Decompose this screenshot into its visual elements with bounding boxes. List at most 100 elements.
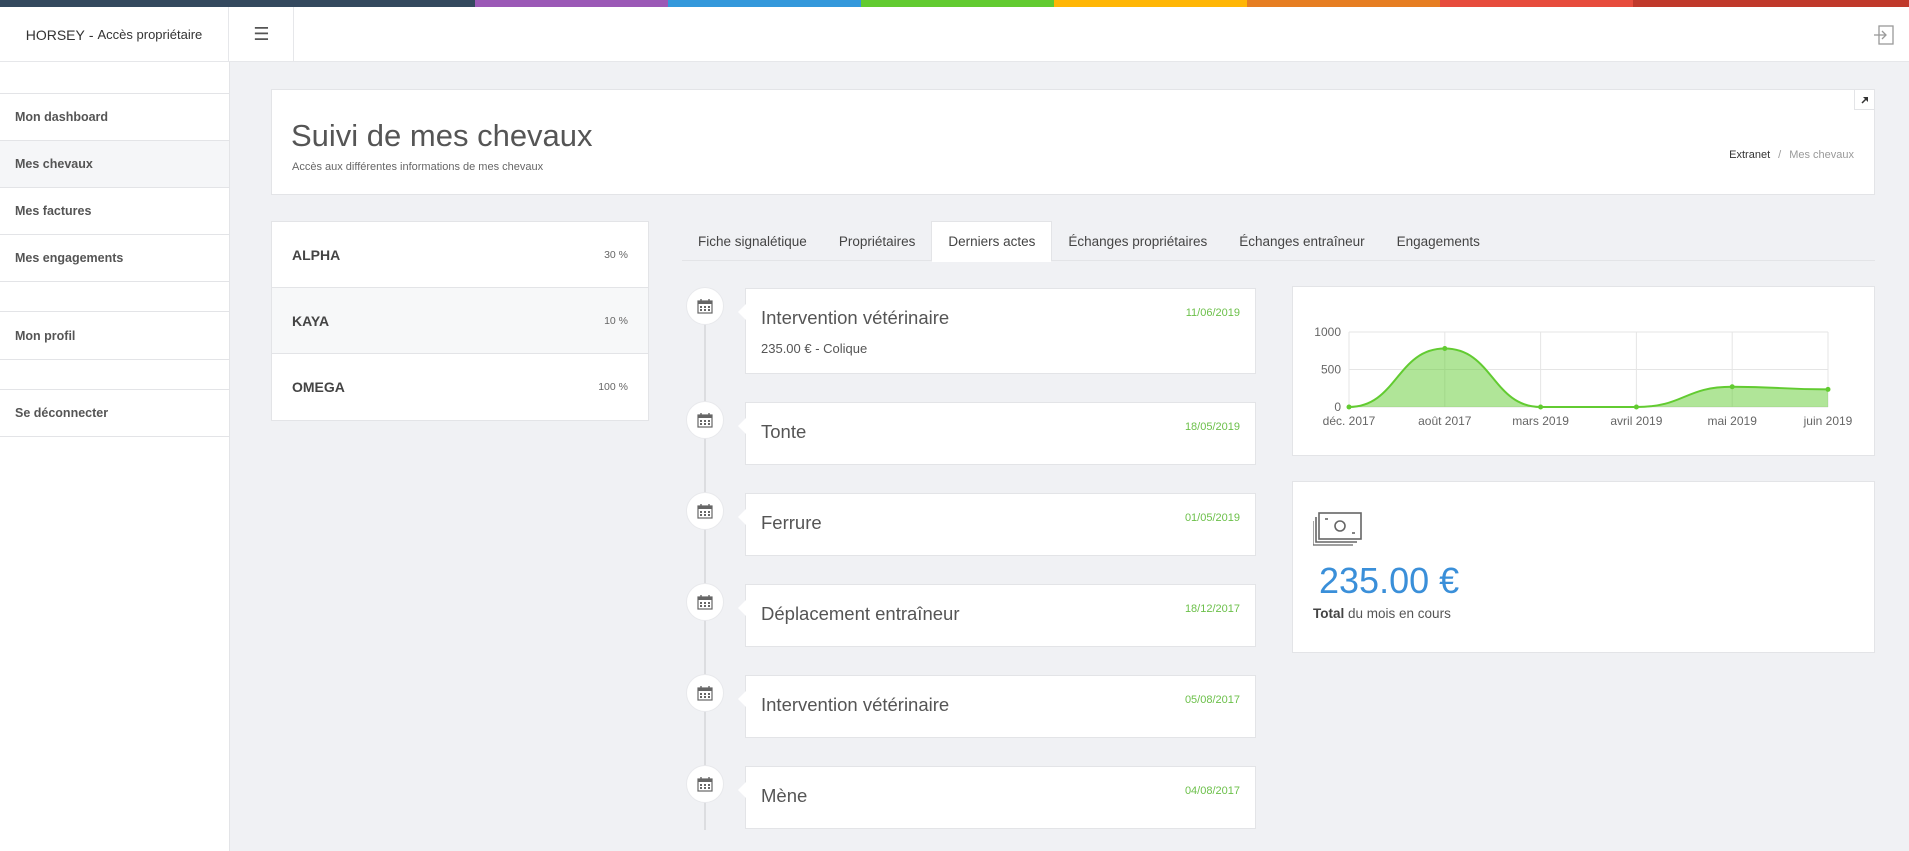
timeline-item[interactable]: Intervention vétérinaire 05/08/2017 [738,675,1256,738]
expenses-chart: 0 500 1000 déc. 2017 août 2017 mars 2019 avril… [1314,325,1853,428]
chart-xtick-label: juin 2019 [1803,414,1853,428]
chart-point[interactable] [1825,386,1831,392]
calendar-icon [686,492,724,530]
horse-item-omega[interactable]: OMEGA 100 % [272,354,648,420]
timeline-item-title: Tonte [761,421,807,442]
timeline-item-detail: 235.00 € - Colique [761,341,868,356]
timeline-item-title: Intervention vétérinaire [761,694,950,715]
chart-ytick-label: 0 [1334,400,1341,414]
timeline-item-date: 11/06/2019 [1185,307,1240,319]
timeline-item-title: Déplacement entraîneur [761,603,960,624]
chart-xtick-label: mars 2019 [1512,414,1569,428]
timeline-item-date: 05/08/2017 [1184,694,1240,706]
chart-xtick-label: août 2017 [1418,414,1472,428]
stripe-segment [475,0,668,7]
page-subtitle: Accès aux différentes informations de me… [292,161,544,173]
horse-percent: 100 % [598,381,628,393]
timeline-item[interactable]: Ferrure 01/05/2019 [738,493,1256,556]
timeline-item-title: Mène [761,785,808,806]
stripe-segment [668,0,861,7]
horse-list: ALPHA 30 % KAYA 10 % OMEGA 100 % [271,221,649,421]
breadcrumb-current: Mes chevaux [1789,149,1854,161]
tab-engagements[interactable]: Engagements [1381,221,1496,261]
sidebar-item-profil[interactable]: Mon profil [0,312,229,359]
calendar-icon [686,401,724,439]
calendar-icon [686,583,724,621]
chart-point[interactable] [1442,346,1448,351]
stripe-segment [861,0,1054,7]
horse-percent: 30 % [604,248,628,261]
expand-arrow-icon [1860,96,1868,104]
chart-xtick-label: avril 2019 [1610,414,1662,428]
calendar-icon [686,287,724,325]
tab-echanges-proprietaires[interactable]: Échanges propriétaires [1052,221,1223,261]
horse-name: ALPHA [292,246,341,263]
stripe-segment [1247,0,1440,7]
horse-tabs: Fiche signalétique Propriétaires Dernier… [682,221,1875,262]
breadcrumb-extranet[interactable]: Extranet [1729,149,1770,161]
stripe-segment [0,0,475,7]
sidebar-item-label: Mes factures [15,204,92,218]
timeline-line [704,305,706,830]
chart-area [1349,348,1828,407]
chart-point[interactable] [1346,404,1352,410]
top-bar: HORSEY - Accès propriétaire ☰ [0,7,1909,62]
total-label-rest: du mois en cours [1348,606,1451,621]
stripe-segment [1054,0,1247,7]
brand[interactable]: HORSEY - Accès propriétaire [0,7,229,62]
tab-echanges-entraineur[interactable]: Échanges entraîneur [1223,221,1380,261]
page-header: Suivi de mes chevaux Accès aux différent… [271,89,1875,195]
chart-point[interactable] [1633,404,1639,410]
chart-ytick-label: 1000 [1314,325,1341,339]
logout-icon[interactable] [1873,25,1895,45]
horse-percent: 10 % [604,314,628,327]
horse-item-alpha[interactable]: ALPHA 30 % [272,222,648,288]
sidebar-item-dashboard[interactable]: Mon dashboard [0,93,229,140]
sidebar-item-label: Mes engagements [15,251,124,265]
chart-point[interactable] [1729,384,1735,390]
chart-point[interactable] [1538,404,1544,410]
monthly-total-panel: 235.00 € Total du mois en cours [1292,481,1875,653]
tab-proprietaires[interactable]: Propriétaires [823,221,932,261]
brand-separator: - [88,26,94,43]
tab-fiche-signaletique[interactable]: Fiche signalétique [682,221,823,261]
sidebar-item-label: Se déconnecter [15,406,109,420]
timeline-item-title: Intervention vétérinaire [761,307,950,328]
calendar-icon [686,765,724,803]
sidebar-item-factures[interactable]: Mes factures [0,187,229,234]
timeline-item-date: 04/08/2017 [1184,785,1240,797]
sidebar-item-deconnecter[interactable]: Se déconnecter [0,390,229,437]
total-label-bold: Total [1313,606,1345,621]
menu-toggle-button[interactable]: ☰ [230,7,294,62]
chart-ytick-label: 500 [1321,363,1341,377]
chart-xtick-label: mai 2019 [1708,414,1758,428]
timeline-item[interactable]: Déplacement entraîneur 18/12/2017 [738,584,1256,647]
page-title: Suivi de mes chevaux [291,118,593,153]
sidebar-item-engagements[interactable]: Mes engagements [0,234,229,281]
timeline-item[interactable]: Intervention vétérinaire 11/06/2019 235.… [738,288,1256,374]
expenses-chart-panel: 0 500 1000 déc. 2017 août 2017 mars 2019 avril… [1292,286,1875,456]
sidebar-item-label: Mes chevaux [15,157,93,171]
expand-button[interactable] [1854,90,1874,110]
total-label: Total du mois en cours [1313,606,1451,621]
brand-name: HORSEY [25,26,85,43]
chart-xtick-label: déc. 2017 [1323,414,1376,428]
calendar-icon [686,674,724,712]
timeline-item[interactable]: Tonte 18/05/2019 [738,402,1256,465]
horse-item-kaya[interactable]: KAYA 10 % [272,288,648,354]
sidebar: Mon dashboard Mes chevaux Mes factures M… [0,62,230,851]
sidebar-item-label: Mon profil [15,328,76,343]
timeline-item[interactable]: Mène 04/08/2017 [738,766,1256,829]
horse-name: OMEGA [292,379,345,395]
money-icon [1312,511,1363,552]
brand-subtitle: Accès propriétaire [97,27,203,42]
timeline-item-date: 01/05/2019 [1184,512,1240,524]
total-amount: 235.00 € [1319,560,1460,601]
hamburger-icon: ☰ [253,24,270,44]
breadcrumb: Extranet / Mes chevaux [1729,149,1854,161]
stripe-segment [1440,0,1633,7]
horse-name: KAYA [292,312,330,329]
sidebar-item-chevaux[interactable]: Mes chevaux [0,140,229,187]
tab-derniers-actes[interactable]: Derniers actes [931,221,1053,262]
stripe-segment [1633,0,1909,7]
